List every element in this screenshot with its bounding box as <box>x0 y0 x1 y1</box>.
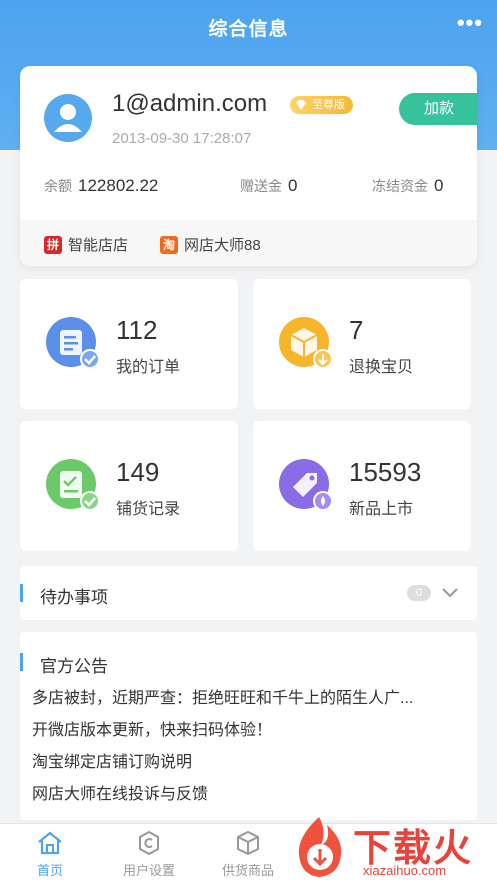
new-product-tag-icon <box>279 459 333 511</box>
tab-home-label: 首页 <box>36 863 63 878</box>
registration-time: 2013-09-30 17:28:07 <box>112 130 252 147</box>
balance-label: 余额 <box>44 178 72 194</box>
tab-home[interactable]: 首页 <box>5 830 95 879</box>
page-title: 综合信息 <box>208 19 289 40</box>
vip-badge-label: 至尊版 <box>312 99 345 111</box>
account-email: 1@admin.com <box>112 90 268 117</box>
frozen-value: 0 <box>434 176 444 195</box>
store-item-taobao[interactable]: 淘 网店大师88 <box>160 234 261 255</box>
settings-icon <box>139 830 159 856</box>
store-list: 拼 智能店店 淘 网店大师88 <box>20 220 477 266</box>
todo-section[interactable]: 待办事项 0 <box>20 566 477 620</box>
notice-section: 官方公告 多店被封，近期严查：拒绝旺旺和千牛上的陌生人广... 开微店版本更新，… <box>20 632 477 820</box>
gift-stat: 赠送金 0 <box>240 176 297 196</box>
diamond-icon <box>296 100 306 110</box>
distribution-count: 149 <box>116 457 160 487</box>
notice-item[interactable]: 开微店版本更新，快来扫码体验！ <box>32 716 468 740</box>
flame-logo-icon <box>298 817 342 877</box>
return-box-icon <box>279 317 333 369</box>
notice-item[interactable]: 网店大师在线投诉与反馈 <box>32 780 468 804</box>
add-funds-button[interactable]: 加款 <box>399 93 477 125</box>
tile-returns[interactable]: 7 退换宝贝 <box>253 279 471 409</box>
notice-item[interactable]: 淘宝绑定店铺订购说明 <box>32 748 468 772</box>
notice-title: 官方公告 <box>40 657 108 676</box>
pinduoduo-store-icon: 拼 <box>44 235 62 254</box>
orders-label: 我的订单 <box>116 359 181 376</box>
tile-distribution-records[interactable]: 149 铺货记录 <box>20 421 238 551</box>
tab-supply-products-label: 供货商品 <box>221 863 274 878</box>
store-item-pinduoduo[interactable]: 拼 智能店店 <box>44 234 128 255</box>
box-icon <box>237 830 259 856</box>
more-menu-button[interactable]: ••• <box>457 10 483 36</box>
orders-count: 112 <box>116 315 158 345</box>
watermark: 下载火 xiazaihuo.com <box>287 813 497 883</box>
gift-value: 0 <box>288 176 298 195</box>
store-name: 智能店店 <box>68 237 129 254</box>
distribution-label: 铺货记录 <box>116 501 181 518</box>
tab-user-settings[interactable]: 用户设置 <box>104 830 194 879</box>
new-products-label: 新品上市 <box>349 501 414 518</box>
new-products-count: 15593 <box>349 457 422 487</box>
chevron-down-icon[interactable] <box>441 583 459 601</box>
tile-new-products[interactable]: 15593 新品上市 <box>253 421 471 551</box>
notice-item[interactable]: 多店被封，近期严查：拒绝旺旺和千牛上的陌生人广... <box>32 684 468 708</box>
taobao-store-icon: 淘 <box>160 235 178 254</box>
vip-badge: 至尊版 <box>290 96 353 114</box>
balance-stat: 余额 122802.22 <box>44 176 158 196</box>
todo-count-badge: 0 <box>407 585 431 601</box>
frozen-stat: 冻结资金 0 <box>372 176 443 196</box>
tab-supply-products[interactable]: 供货商品 <box>203 830 293 879</box>
balance-value: 122802.22 <box>78 176 159 195</box>
returns-count: 7 <box>349 315 364 345</box>
home-icon <box>38 831 62 855</box>
tile-my-orders[interactable]: 112 我的订单 <box>20 279 238 409</box>
todo-title: 待办事项 <box>40 588 108 607</box>
account-card: 1@admin.com 至尊版 2013-09-30 17:28:07 加款 余… <box>20 66 477 266</box>
store-name: 网店大师88 <box>184 237 261 254</box>
watermark-url: xiazaihuo.com <box>363 863 447 878</box>
returns-label: 退换宝贝 <box>349 359 414 376</box>
gift-label: 赠送金 <box>240 178 282 194</box>
distribution-record-icon <box>46 459 100 511</box>
user-avatar-icon <box>54 104 82 132</box>
tab-user-settings-label: 用户设置 <box>122 863 175 878</box>
order-icon <box>46 317 100 369</box>
frozen-label: 冻结资金 <box>372 178 428 194</box>
section-marker <box>20 584 23 602</box>
avatar[interactable] <box>44 94 92 142</box>
section-marker <box>20 653 23 671</box>
